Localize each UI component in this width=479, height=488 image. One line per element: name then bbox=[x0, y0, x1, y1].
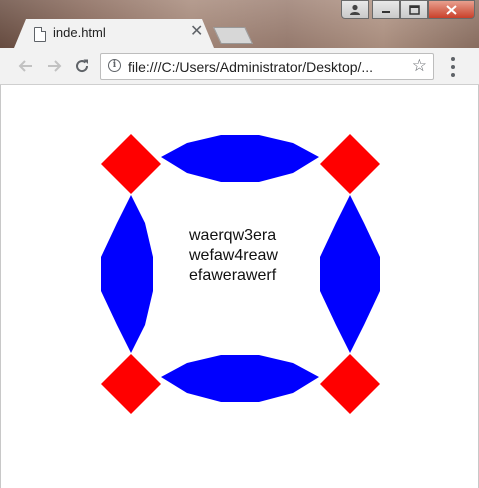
top-blue-bar bbox=[161, 135, 319, 182]
page-content: waerqw3era wefaw4reaw efawerawerf bbox=[0, 85, 479, 488]
minimize-icon[interactable] bbox=[372, 0, 400, 19]
browser-window: inde.html ✕ i file:///C:/Users/Administr… bbox=[0, 0, 479, 488]
address-bar[interactable]: i file:///C:/Users/Administrator/Desktop… bbox=[100, 53, 434, 80]
text-line-1: waerqw3era bbox=[189, 227, 277, 244]
maximize-icon[interactable] bbox=[400, 0, 428, 19]
bottom-blue-bar bbox=[161, 355, 319, 402]
top-right-red-diamond bbox=[320, 134, 380, 194]
top-left-red-diamond bbox=[101, 134, 161, 194]
star-icon[interactable]: ☆ bbox=[412, 57, 427, 75]
close-icon[interactable]: ✕ bbox=[190, 23, 203, 41]
right-blue-bar bbox=[320, 195, 380, 353]
text-line-3: efawerawerf bbox=[189, 267, 277, 284]
info-icon[interactable]: i bbox=[108, 59, 121, 72]
text-line-2: wefaw4reaw bbox=[189, 247, 278, 264]
reload-icon[interactable] bbox=[71, 55, 93, 77]
bottom-left-red-diamond bbox=[101, 354, 161, 414]
user-icon[interactable] bbox=[341, 0, 369, 19]
left-blue-bar bbox=[101, 195, 153, 353]
back-icon[interactable] bbox=[15, 55, 37, 77]
forward-icon[interactable] bbox=[43, 55, 65, 77]
shape-drawing bbox=[101, 134, 380, 414]
window-close-icon[interactable] bbox=[428, 0, 475, 19]
center-text: waerqw3era wefaw4reaw efawerawerf bbox=[189, 226, 278, 286]
browser-toolbar: i file:///C:/Users/Administrator/Desktop… bbox=[0, 48, 479, 85]
bottom-right-red-diamond bbox=[320, 354, 380, 414]
tab-title: inde.html bbox=[53, 25, 106, 40]
menu-icon[interactable] bbox=[447, 57, 459, 77]
url-text[interactable]: file:///C:/Users/Administrator/Desktop/.… bbox=[128, 59, 403, 75]
page-icon bbox=[34, 27, 46, 42]
